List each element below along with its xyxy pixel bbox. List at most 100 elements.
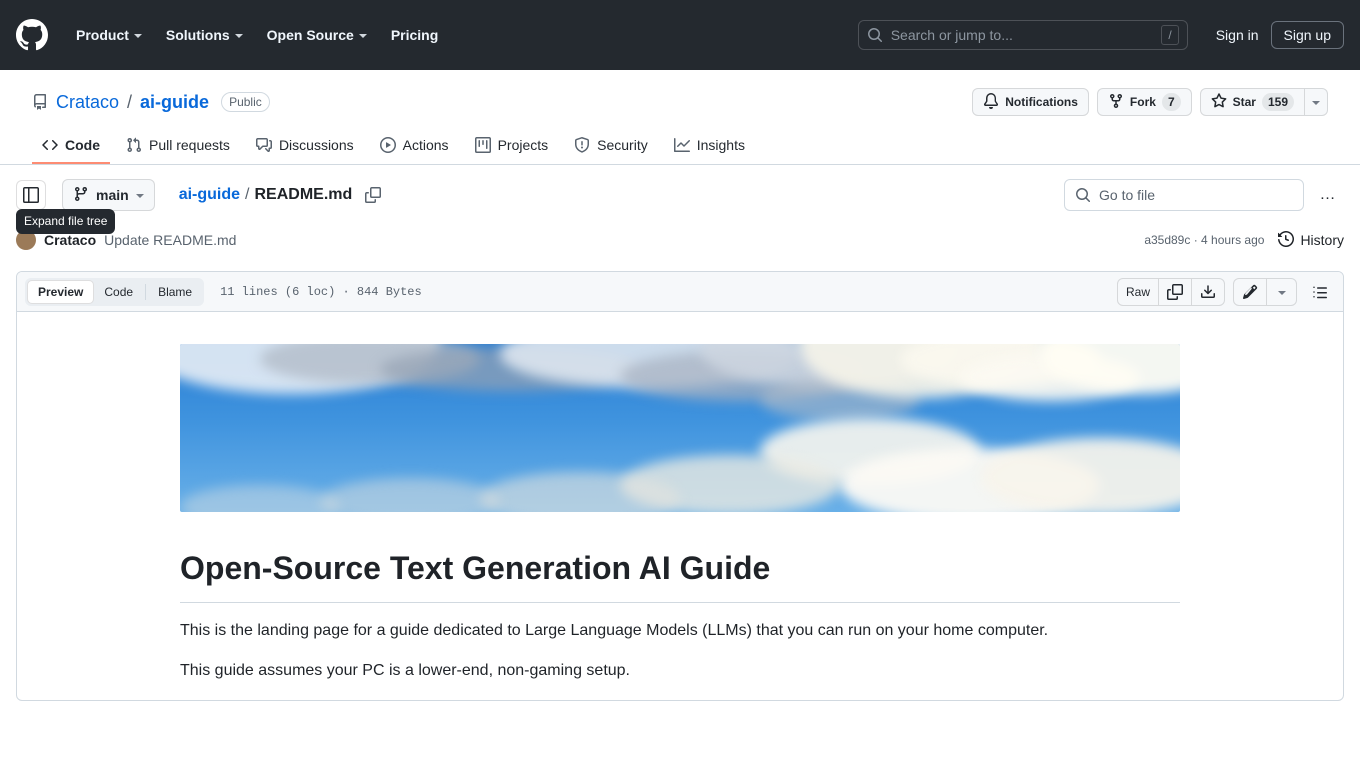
nav-label: Open Source bbox=[267, 27, 354, 43]
star-button-group: Star 159 bbox=[1200, 88, 1328, 116]
breadcrumb-repo-link[interactable]: ai-guide bbox=[179, 186, 240, 204]
copy-path-icon[interactable] bbox=[365, 187, 381, 203]
history-label: History bbox=[1300, 232, 1344, 248]
commit-meta-group: a35d89c · 4 hours ago History bbox=[1144, 231, 1344, 250]
file-nav-right-group: Go to file … bbox=[1064, 179, 1344, 211]
history-clock-icon bbox=[1278, 231, 1294, 250]
graph-icon bbox=[674, 137, 690, 153]
view-code-button[interactable]: Code bbox=[94, 280, 143, 304]
tab-discussions[interactable]: Discussions bbox=[246, 130, 364, 164]
breadcrumb-separator: / bbox=[245, 186, 249, 204]
breadcrumb-current-file: README.md bbox=[254, 186, 352, 204]
readme-banner-image bbox=[180, 344, 1180, 512]
tab-label: Pull requests bbox=[149, 137, 230, 153]
branch-selector-button[interactable]: main bbox=[62, 179, 155, 211]
tab-actions[interactable]: Actions bbox=[370, 130, 459, 164]
nav-item-solutions[interactable]: Solutions bbox=[154, 19, 255, 51]
tab-insights[interactable]: Insights bbox=[664, 130, 755, 164]
history-link[interactable]: History bbox=[1278, 231, 1344, 250]
download-icon[interactable] bbox=[1192, 278, 1225, 306]
go-to-file-input[interactable]: Go to file bbox=[1064, 179, 1304, 211]
tab-label: Projects bbox=[498, 137, 549, 153]
file-size-meta: 11 lines (6 loc) · 844 Bytes bbox=[220, 285, 422, 299]
search-placeholder: Search or jump to... bbox=[891, 27, 1162, 43]
readme-rendered-content: Open-Source Text Generation AI Guide Thi… bbox=[17, 312, 1343, 701]
star-count: 159 bbox=[1262, 93, 1294, 111]
tab-security[interactable]: Security bbox=[564, 130, 658, 164]
sign-in-button[interactable]: Sign in bbox=[1204, 21, 1271, 49]
repository-actions: Notifications Fork 7 Star 159 bbox=[972, 88, 1328, 116]
search-icon bbox=[1075, 187, 1091, 203]
go-to-file-placeholder: Go to file bbox=[1099, 187, 1155, 203]
star-label: Star bbox=[1233, 95, 1256, 109]
fork-button[interactable]: Fork 7 bbox=[1097, 88, 1192, 116]
notifications-label: Notifications bbox=[1005, 95, 1078, 109]
repo-name-link[interactable]: ai-guide bbox=[140, 92, 209, 113]
play-icon bbox=[380, 137, 396, 153]
chevron-down-icon bbox=[1312, 101, 1320, 105]
tab-label: Discussions bbox=[279, 137, 354, 153]
commit-relative-time: 4 hours ago bbox=[1201, 233, 1264, 247]
repository-header: Crataco / ai-guide Public Notifications … bbox=[0, 70, 1360, 165]
global-header: Product Solutions Open Source Pricing Se… bbox=[0, 0, 1360, 70]
bell-icon bbox=[983, 93, 999, 112]
file-toolbar-actions: Raw bbox=[1117, 278, 1335, 306]
git-branch-icon bbox=[73, 186, 89, 205]
commit-hash[interactable]: a35d89c bbox=[1144, 233, 1190, 247]
commit-meta-separator: · bbox=[1194, 233, 1198, 247]
github-mark-icon[interactable] bbox=[16, 19, 48, 51]
page-title: Open-Source Text Generation AI Guide bbox=[180, 548, 1180, 603]
repo-owner-link[interactable]: Crataco bbox=[56, 92, 119, 113]
edit-dropdown-button[interactable] bbox=[1267, 278, 1297, 306]
shield-icon bbox=[574, 137, 590, 153]
chevron-down-icon bbox=[1278, 291, 1286, 295]
more-options-button[interactable]: … bbox=[1312, 179, 1344, 211]
chevron-down-icon bbox=[235, 34, 243, 38]
repository-title-row: Crataco / ai-guide Public Notifications … bbox=[32, 86, 1328, 118]
repository-tabs: Code Pull requests Discussions Actions P… bbox=[32, 130, 1328, 164]
chevron-down-icon bbox=[134, 34, 142, 38]
tab-code[interactable]: Code bbox=[32, 130, 110, 164]
edit-button-group bbox=[1233, 278, 1297, 306]
readme-paragraph-1: This is the landing page for a guide ded… bbox=[180, 619, 1180, 643]
tab-label: Code bbox=[65, 137, 100, 153]
file-view-switcher: Preview Code Blame bbox=[25, 278, 204, 306]
commit-author-link[interactable]: Crataco bbox=[44, 232, 96, 248]
readme-paragraph-2: This guide assumes your PC is a lower-en… bbox=[180, 659, 1180, 683]
nav-item-product[interactable]: Product bbox=[64, 19, 154, 51]
file-view-toolbar: Preview Code Blame 11 lines (6 loc) · 84… bbox=[17, 272, 1343, 312]
search-input[interactable]: Search or jump to... / bbox=[858, 20, 1188, 50]
commit-meta: a35d89c · 4 hours ago bbox=[1144, 233, 1264, 247]
raw-copy-download-group: Raw bbox=[1117, 278, 1225, 306]
view-blame-button[interactable]: Blame bbox=[148, 280, 202, 304]
star-dropdown-button[interactable] bbox=[1305, 88, 1328, 116]
fork-count: 7 bbox=[1162, 93, 1181, 111]
pencil-icon[interactable] bbox=[1233, 278, 1267, 306]
commit-message-link[interactable]: Update README.md bbox=[104, 232, 236, 248]
tab-label: Actions bbox=[403, 137, 449, 153]
raw-button[interactable]: Raw bbox=[1117, 278, 1159, 306]
tab-pull-requests[interactable]: Pull requests bbox=[116, 130, 240, 164]
header-right-group: Search or jump to... / Sign in Sign up bbox=[858, 20, 1344, 50]
branch-name: main bbox=[96, 187, 129, 203]
readme-inner: Open-Source Text Generation AI Guide Thi… bbox=[164, 344, 1196, 701]
copy-icon[interactable] bbox=[1159, 278, 1192, 306]
repo-book-icon bbox=[32, 94, 48, 110]
tab-label: Insights bbox=[697, 137, 745, 153]
sidebar-expand-icon[interactable] bbox=[16, 180, 46, 210]
sign-up-button[interactable]: Sign up bbox=[1271, 21, 1344, 49]
view-preview-button[interactable]: Preview bbox=[27, 280, 94, 304]
notifications-button[interactable]: Notifications bbox=[972, 88, 1089, 116]
nav-label: Solutions bbox=[166, 27, 230, 43]
tab-projects[interactable]: Projects bbox=[465, 130, 559, 164]
repo-visibility-badge: Public bbox=[221, 92, 270, 112]
table-icon bbox=[475, 137, 491, 153]
file-breadcrumb: ai-guide / README.md bbox=[179, 186, 382, 204]
nav-item-open-source[interactable]: Open Source bbox=[255, 19, 379, 51]
chevron-down-icon bbox=[359, 34, 367, 38]
repository-title: Crataco / ai-guide Public bbox=[32, 92, 270, 113]
nav-item-pricing[interactable]: Pricing bbox=[379, 19, 450, 51]
list-outline-icon[interactable] bbox=[1305, 278, 1335, 306]
fork-label: Fork bbox=[1130, 95, 1156, 109]
star-button[interactable]: Star 159 bbox=[1200, 88, 1305, 116]
